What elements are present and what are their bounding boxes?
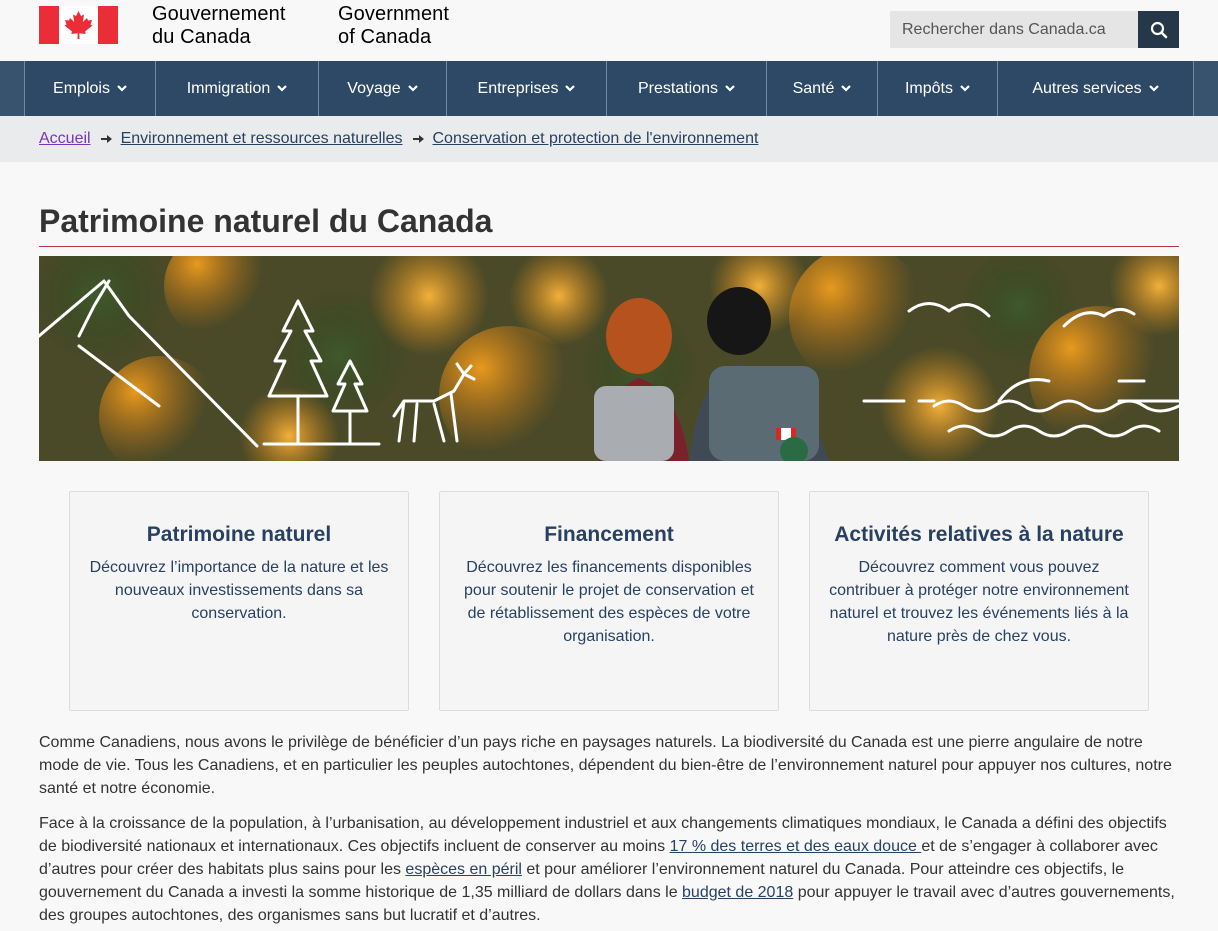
breadcrumb-environnement[interactable]: Environnement et ressources naturelles — [121, 130, 403, 148]
menu-item-label: Emplois — [53, 79, 110, 97]
signature-en[interactable]: Government of Canada — [338, 3, 449, 49]
signature-fr-line2: du Canada — [152, 26, 251, 48]
menu-item-emplois[interactable]: Emplois — [24, 61, 156, 116]
link-especes-en-peril[interactable]: espèces en péril — [405, 861, 522, 878]
card-description: Découvrez les financements disponibles p… — [464, 559, 754, 645]
card-title: Financement — [544, 523, 674, 546]
card-title: Activités relatives à la nature — [834, 523, 1124, 546]
chevron-down-icon — [725, 85, 735, 92]
signature-en-line1: Government — [338, 3, 450, 25]
menu-item-sante[interactable]: Santé — [767, 61, 878, 116]
menu-item-voyage[interactable]: Voyage — [319, 61, 447, 116]
search-button[interactable] — [1138, 11, 1179, 48]
breadcrumb: Accueil Environnement et ressources natu… — [0, 116, 1218, 162]
breadcrumb-conservation[interactable]: Conservation et protection de l'environn… — [433, 130, 759, 148]
link-budget-2018[interactable]: budget de 2018 — [682, 884, 793, 901]
card-activites-nature[interactable]: Activités relatives à la nature Découvre… — [809, 491, 1149, 711]
chevron-down-icon — [117, 85, 127, 92]
menu-item-entreprises[interactable]: Entreprises — [447, 61, 607, 116]
menu-item-label: Immigration — [186, 79, 271, 97]
title-underline — [39, 246, 1179, 247]
menu-item-label: Autres services — [1032, 79, 1142, 97]
site-header: Gouvernement du Canada Government of Can… — [0, 0, 1218, 61]
chevron-down-icon — [1148, 85, 1159, 92]
hero-illustration — [39, 256, 1179, 461]
chevron-down-icon — [960, 85, 970, 92]
chevron-down-icon — [407, 85, 418, 92]
card-description: Découvrez comment vous pouvez contribuer… — [829, 559, 1129, 645]
chevron-down-icon — [277, 85, 288, 92]
card-title: Patrimoine naturel — [146, 523, 332, 546]
hero-banner-image — [39, 256, 1179, 461]
arrow-right-icon — [100, 135, 112, 143]
canada-flag-logo[interactable] — [39, 6, 118, 44]
search-input[interactable] — [890, 11, 1138, 48]
signature-fr-line1: Gouvernement — [152, 3, 286, 25]
link-17-percent[interactable]: 17 % des terres et des eaux douce — [670, 838, 922, 855]
objectives-paragraph: Face à la croissance de la population, à… — [39, 812, 1179, 927]
search-icon — [1150, 21, 1167, 38]
arrow-right-icon — [412, 135, 424, 143]
chevron-down-icon — [841, 85, 852, 92]
menu-item-label: Entreprises — [477, 79, 559, 97]
menu-item-label: Impôts — [904, 79, 953, 97]
menu-item-label: Prestations — [637, 79, 719, 97]
menu-item-immigration[interactable]: Immigration — [156, 61, 319, 116]
card-financement[interactable]: Financement Découvrez les financements d… — [439, 491, 779, 711]
page-title: Patrimoine naturel du Canada — [39, 203, 493, 239]
main-menu-bar: Emplois Immigration Voyage Entreprises P… — [0, 61, 1218, 116]
feature-cards: Patrimoine naturel Découvrez l’importanc… — [69, 491, 1149, 711]
chevron-down-icon — [565, 85, 576, 92]
menu-item-label: Santé — [792, 79, 835, 97]
card-description: Découvrez l’importance de la nature et l… — [89, 559, 389, 622]
menu-item-impots[interactable]: Impôts — [878, 61, 998, 116]
breadcrumb-accueil[interactable]: Accueil — [39, 130, 91, 148]
main-menu: Emplois Immigration Voyage Entreprises P… — [24, 61, 1194, 116]
signature-fr[interactable]: Gouvernement du Canada — [152, 3, 286, 49]
intro-paragraph: Comme Canadiens, nous avons le privilège… — [39, 734, 1172, 797]
card-patrimoine-naturel[interactable]: Patrimoine naturel Découvrez l’importanc… — [69, 491, 409, 711]
menu-item-prestations[interactable]: Prestations — [607, 61, 767, 116]
search-form — [890, 11, 1179, 48]
menu-item-autres-services[interactable]: Autres services — [998, 61, 1194, 116]
signature-en-line2: of Canada — [338, 26, 432, 48]
menu-item-label: Voyage — [347, 79, 401, 97]
